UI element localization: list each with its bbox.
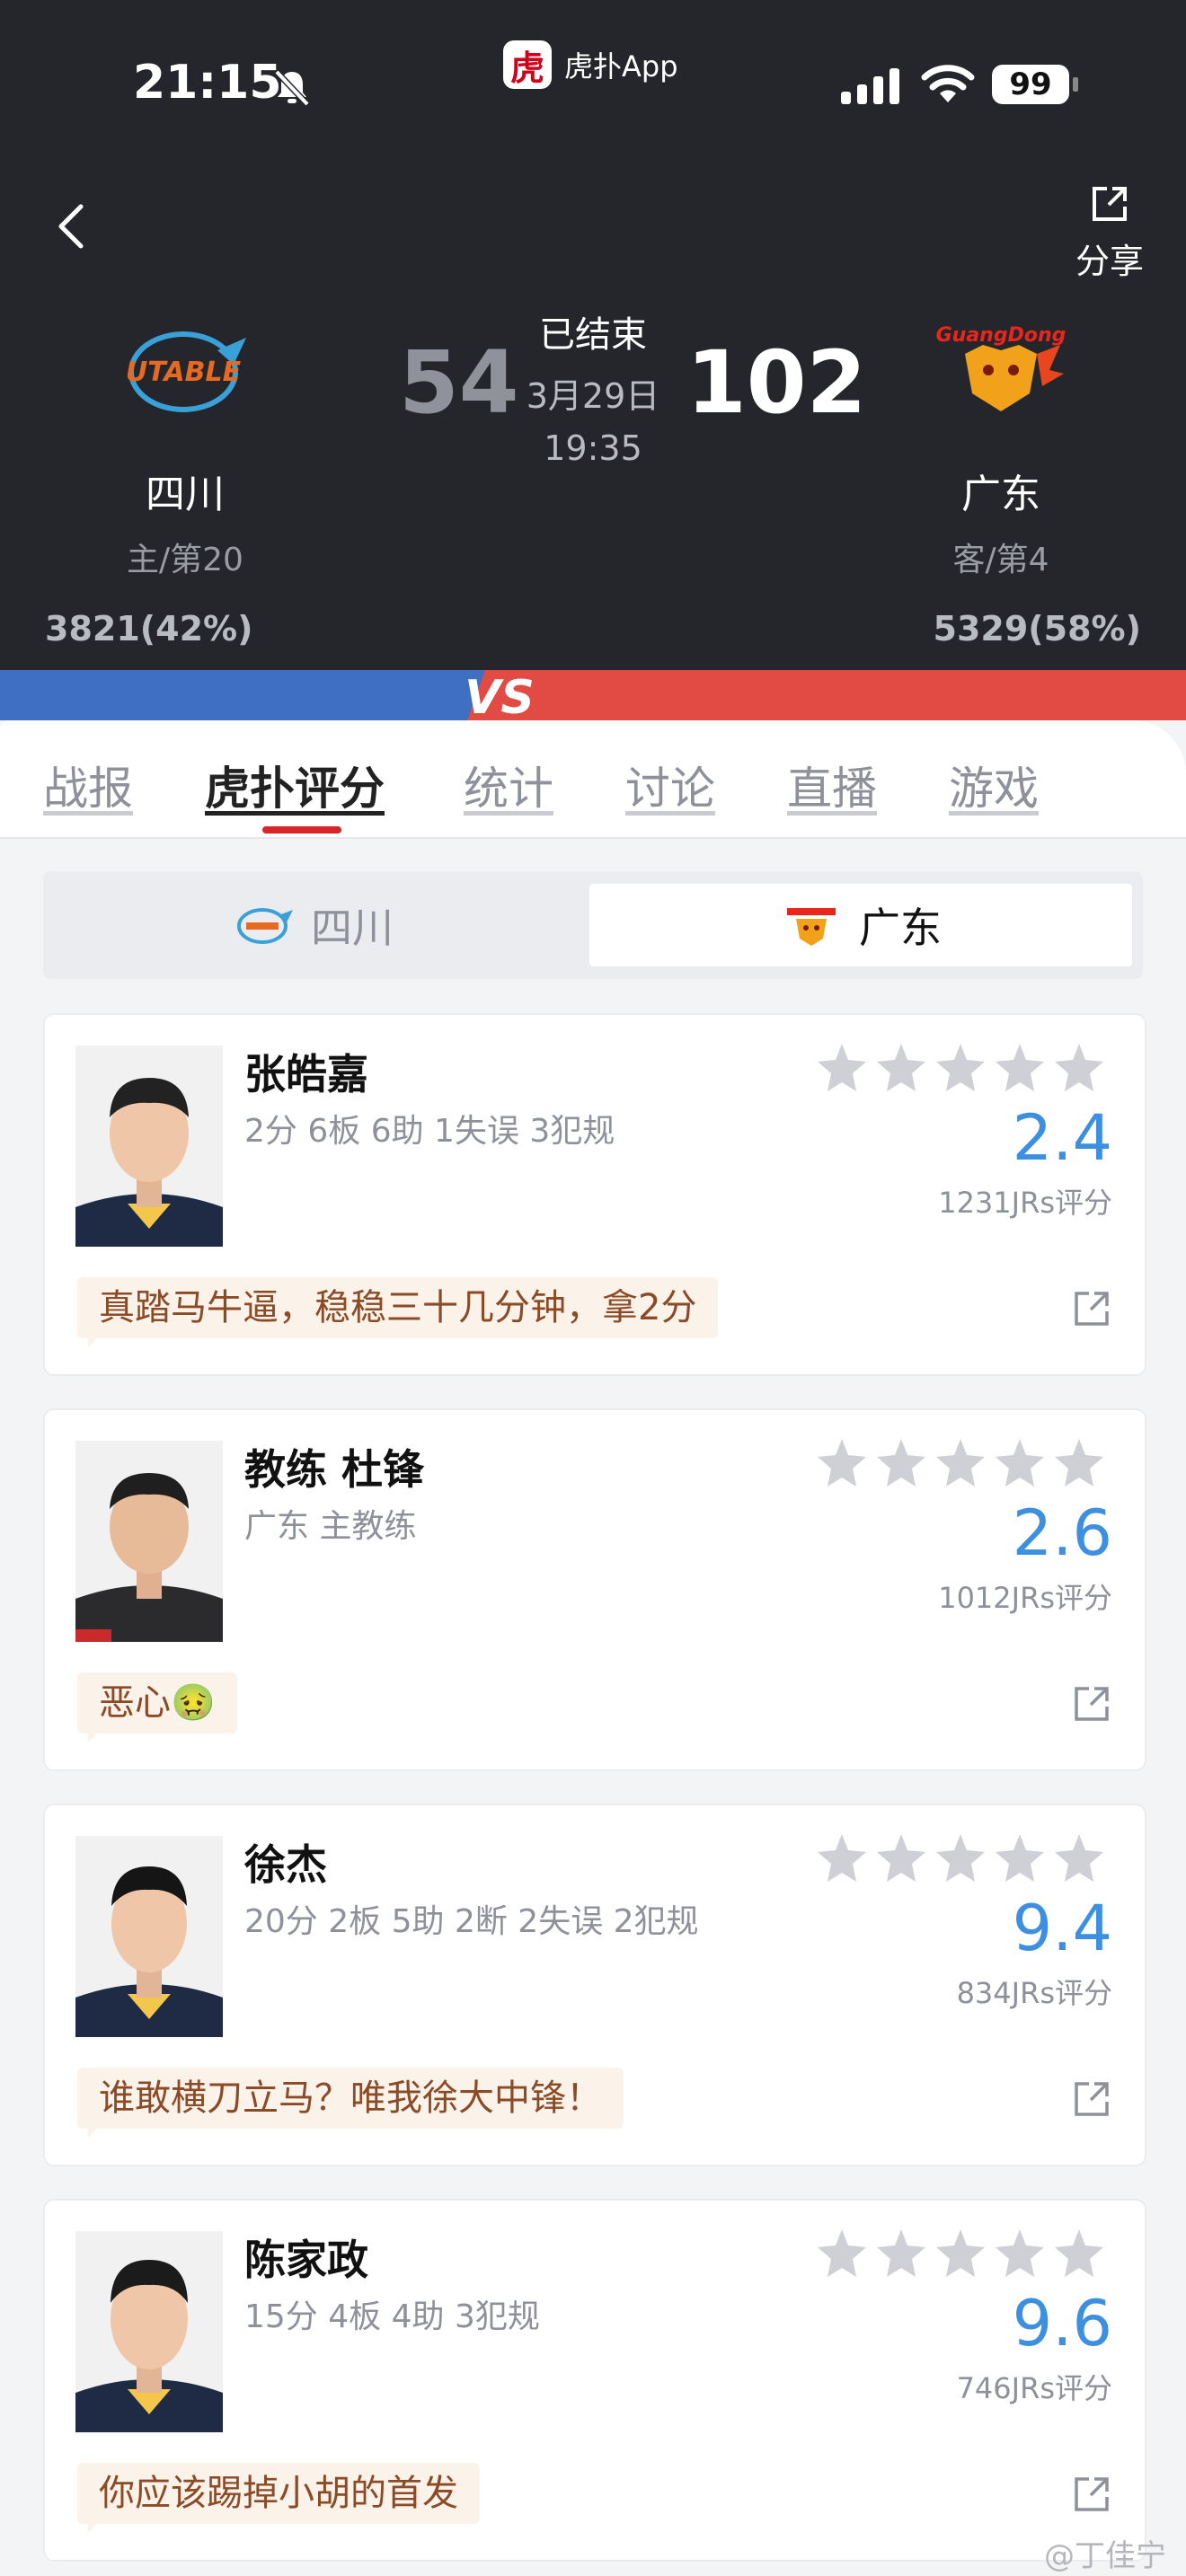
status-time: 21:15 <box>133 56 282 110</box>
battery-indicator: 99 <box>992 65 1069 104</box>
away-support-votes[interactable]: 5329(58%) <box>934 609 1141 648</box>
game-date: 3月29日 <box>526 376 660 416</box>
game-header: 21:15 虎 虎扑App 99 分享 UTABLE 四川 主/第20 54 已… <box>0 0 1186 674</box>
bell-muted-icon <box>274 69 310 107</box>
comment-tail <box>88 1335 101 1347</box>
player-name[interactable]: 张皓嘉 <box>244 1042 368 1101</box>
rating-card[interactable]: 陈家政 15分 4板 4助 3犯规 9.6 746JRs评分 你应该踢掉小胡的首… <box>43 2199 1146 2562</box>
rating-card[interactable]: 教练 杜锋 广东 主教练 2.6 1012JRs评分 恶心🤢 <box>43 1408 1146 1771</box>
coach-name[interactable]: 教练 杜锋 <box>244 1437 424 1496</box>
rating-card[interactable]: 张皓嘉 2分 6板 6助 1失误 3犯规 2.4 1231JRs评分 真踏马牛逼… <box>43 1013 1146 1376</box>
toggle-guangdong[interactable]: 广东 <box>589 884 1132 966</box>
player-stats: 20分 2板 5助 2断 2失误 2犯规 <box>244 1903 699 1940</box>
away-team-rank: 客/第4 <box>952 542 1049 578</box>
rating-count: 834JRs评分 <box>956 1976 1112 2010</box>
app-indicator[interactable]: 虎 虎扑App <box>503 40 678 90</box>
player-name[interactable]: 徐杰 <box>244 1832 327 1892</box>
player-photo-icon <box>75 2231 223 2432</box>
guangdong-team-logo-icon[interactable]: GuangDong <box>929 318 1073 426</box>
sichuan-team-logo-icon[interactable]: UTABLE <box>111 318 255 426</box>
open-link-icon[interactable] <box>1071 2078 1112 2120</box>
tab-live[interactable]: 直播 <box>787 753 877 817</box>
comment-tail <box>88 1730 101 1742</box>
rating-stars-icon[interactable] <box>818 1042 1114 1096</box>
tab-hupu-rating[interactable]: 虎扑评分 <box>205 753 385 817</box>
open-link-icon[interactable] <box>1071 1288 1112 1329</box>
wifi-icon <box>921 65 975 102</box>
average-score: 9.6 <box>1012 2287 1112 2360</box>
hupu-logo-icon: 虎 <box>503 40 552 89</box>
average-score: 9.4 <box>1012 1892 1112 1965</box>
toggle-guangdong-label: 广东 <box>859 904 942 952</box>
rating-stars-icon[interactable] <box>818 1437 1114 1491</box>
support-ratio-bar: VS <box>0 670 1186 720</box>
top-comment[interactable]: 谁敢横刀立马？唯我徐大中锋！ <box>77 2068 624 2129</box>
app-logo-char: 虎 <box>509 48 544 88</box>
rating-card[interactable]: 徐杰 20分 2板 5助 2断 2失误 2犯规 9.4 834JRs评分 谁敢横… <box>43 1804 1146 2166</box>
tab-bar: 战报 虎扑评分 统计 讨论 直播 游戏 <box>0 720 1186 839</box>
tab-report[interactable]: 战报 <box>43 753 133 817</box>
battery-cap <box>1073 77 1078 92</box>
tab-games[interactable]: 游戏 <box>949 753 1039 817</box>
guangdong-mini-logo-icon <box>787 908 836 946</box>
active-tab-indicator <box>262 826 341 834</box>
player-stats: 2分 6板 6助 1失误 3犯规 <box>244 1113 615 1150</box>
home-team-name[interactable]: 四川 <box>77 462 293 519</box>
sichuan-mini-logo-icon <box>237 908 293 944</box>
comment-tail <box>88 2125 101 2138</box>
share-icon <box>1093 187 1127 221</box>
app-name: 虎扑App <box>564 49 678 84</box>
rating-count: 1231JRs评分 <box>938 1186 1112 1220</box>
player-photo-icon <box>75 1836 223 2037</box>
guangdong-logo-text: GuangDong <box>936 324 1067 347</box>
open-link-icon[interactable] <box>1071 2474 1112 2515</box>
signal-icon <box>841 68 899 104</box>
toggle-sichuan[interactable]: 四川 <box>43 884 582 966</box>
rating-stars-icon[interactable] <box>818 2228 1114 2281</box>
toggle-sichuan-label: 四川 <box>311 904 394 952</box>
top-comment[interactable]: 你应该踢掉小胡的首发 <box>77 2463 480 2524</box>
player-stats: 15分 4板 4助 3犯规 <box>244 2298 540 2335</box>
average-score: 2.4 <box>1012 1101 1112 1175</box>
game-status: 已结束 <box>539 314 647 356</box>
team-toggle: 四川 广东 <box>43 871 1143 979</box>
away-score: 102 <box>686 332 867 433</box>
home-score: 54 <box>399 332 519 433</box>
rating-count: 746JRs评分 <box>956 2371 1112 2405</box>
game-info: 已结束 3月29日 19:35 <box>503 305 683 468</box>
home-support-votes[interactable]: 3821(42%) <box>45 609 252 648</box>
rating-stars-icon[interactable] <box>818 1832 1114 1886</box>
coach-photo-icon <box>75 1441 223 1642</box>
top-comment[interactable]: 恶心🤢 <box>77 1672 237 1734</box>
comment-tail <box>88 2520 101 2533</box>
game-time: 19:35 <box>544 428 642 468</box>
tab-discussion[interactable]: 讨论 <box>625 753 715 817</box>
away-team-name[interactable]: 广东 <box>893 462 1109 519</box>
weibo-watermark: @丁佳宁 <box>1044 2538 1166 2574</box>
coach-role: 广东 主教练 <box>244 1508 417 1545</box>
share-button[interactable]: 分享 <box>1069 183 1150 283</box>
player-photo-icon <box>75 1045 223 1247</box>
top-comment[interactable]: 真踏马牛逼，稳稳三十几分钟，拿2分 <box>77 1277 719 1338</box>
vs-label: VS <box>465 671 535 720</box>
back-chevron-icon[interactable] <box>54 201 90 251</box>
home-team-rank: 主/第20 <box>127 542 243 578</box>
player-name[interactable]: 陈家政 <box>244 2228 368 2287</box>
open-link-icon[interactable] <box>1071 1683 1112 1725</box>
sichuan-logo-text: UTABLE <box>126 357 242 388</box>
average-score: 2.6 <box>1012 1496 1112 1570</box>
tab-stats[interactable]: 统计 <box>464 753 553 817</box>
share-label: 分享 <box>1075 242 1144 281</box>
rating-count: 1012JRs评分 <box>938 1581 1112 1615</box>
